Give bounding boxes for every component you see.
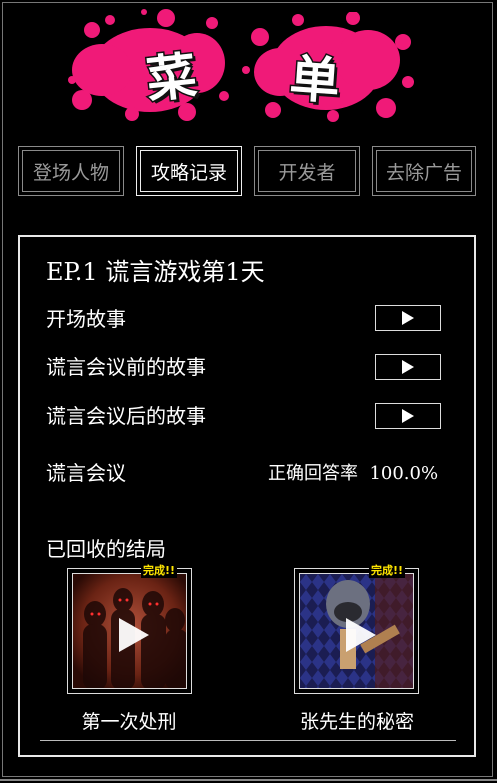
menu-header: 菜 单 [0,0,497,130]
correct-rate-value: 100.0% [369,463,439,484]
ending-thumbnail-image [300,574,413,688]
ending-complete-badge: 完成!! [369,562,406,578]
play-button-after-meeting[interactable] [375,403,441,429]
menu-title-char-1: 菜 [142,45,201,111]
tab-strategy-record[interactable]: 攻略记录 [136,146,242,196]
tab-remove-ads[interactable]: 去除广告 [372,146,476,196]
tab-label: 攻略记录 [150,161,227,184]
play-button-before-meeting[interactable] [375,354,441,380]
bottom-border [0,779,497,781]
tab-label: 开发者 [278,161,336,184]
tab-label: 去除广告 [385,161,462,184]
ending-thumbnail [72,573,187,689]
story-label-opening: 开场故事 [46,307,126,331]
play-icon [402,311,414,325]
play-icon [402,409,414,423]
ending-caption-mr-zhang-secret: 张先生的秘密 [299,711,414,733]
ending-complete-badge: 完成!! [141,562,178,578]
tab-label: 登场人物 [32,161,109,184]
play-icon [402,360,414,374]
tab-characters[interactable]: 登场人物 [18,146,124,196]
menu-title-char-2: 单 [286,48,343,112]
correct-rate: 正确回答率 100.0% [268,459,438,485]
endings-heading: 已回收的结局 [46,537,166,561]
ending-thumbnail-image [73,574,186,688]
ending-card-mr-zhang-secret[interactable] [294,568,419,694]
play-button-opening[interactable] [375,305,441,331]
ending-caption-first-execution: 第一次处刑 [81,711,177,733]
correct-rate-label: 正确回答率 [268,463,358,484]
divider [40,740,456,741]
ending-thumbnail [299,573,414,689]
ending-card-first-execution[interactable] [67,568,192,694]
episode-title: EP.1 谎言游戏第1天 [46,258,265,286]
tab-developer[interactable]: 开发者 [254,146,360,196]
story-label-before-meeting: 谎言会议前的故事 [46,355,206,379]
story-label-after-meeting: 谎言会议后的故事 [46,404,206,428]
lie-meeting-label: 谎言会议 [46,461,126,485]
